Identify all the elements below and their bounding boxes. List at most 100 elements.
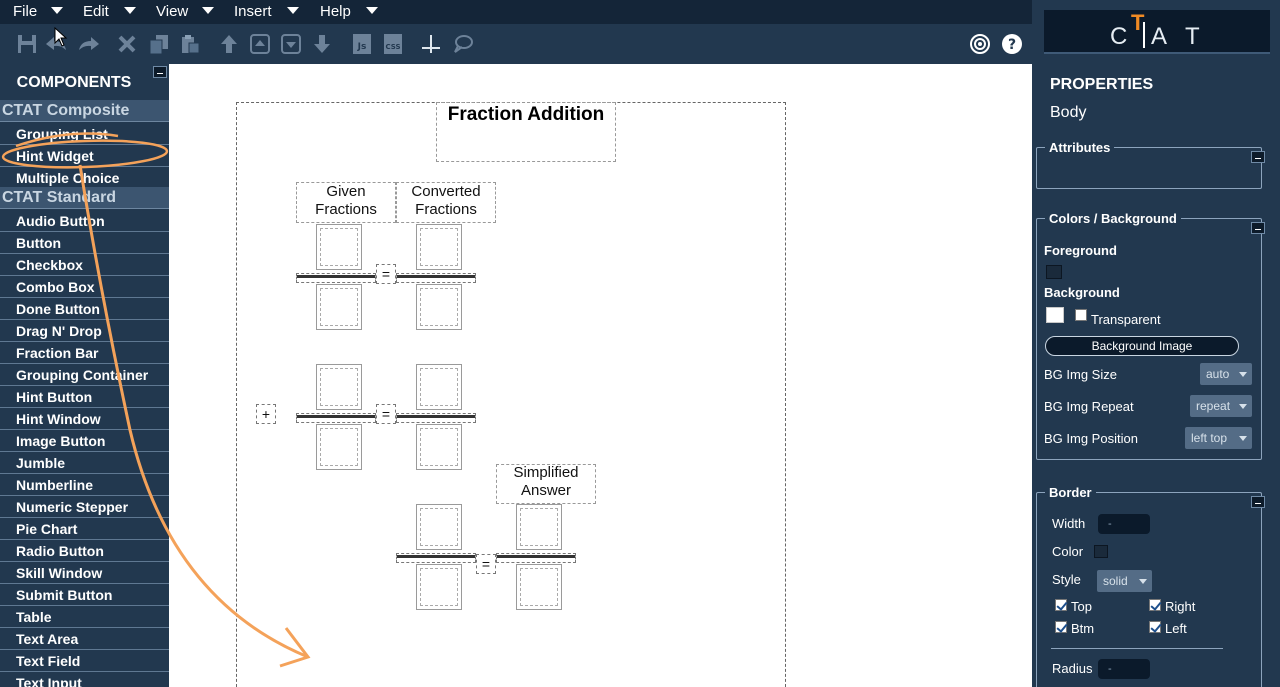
selected-element-name: Body [1050, 104, 1087, 121]
component-radio-button[interactable]: Radio Button [0, 540, 169, 562]
menu-file-label: File [13, 3, 38, 20]
border-color-swatch[interactable] [1094, 545, 1108, 558]
component-pie-chart[interactable]: Pie Chart [0, 518, 169, 540]
converted-denominator-2[interactable] [416, 424, 462, 470]
comment-icon[interactable] [451, 31, 475, 57]
category-ctat-standard[interactable]: CTAT Standard [0, 187, 169, 209]
border-btm-checkbox[interactable] [1055, 621, 1067, 633]
move-down-icon[interactable] [310, 31, 334, 57]
bg-img-size-select[interactable]: auto [1200, 363, 1252, 385]
component-fraction-bar[interactable]: Fraction Bar [0, 342, 169, 364]
component-text-input[interactable]: Text Input [0, 672, 169, 687]
simplified-numerator[interactable] [516, 504, 562, 550]
border-width-input[interactable]: - [1098, 514, 1150, 534]
fraction-bar [396, 553, 476, 563]
converted-numerator-1[interactable] [416, 224, 462, 270]
move-top-icon[interactable] [248, 31, 272, 57]
border-radius-input[interactable]: - [1098, 659, 1150, 679]
component-hint-widget[interactable]: Hint Widget [0, 145, 169, 167]
component-hint-button[interactable]: Hint Button [0, 386, 169, 408]
copy-icon[interactable] [147, 31, 171, 57]
mouse-cursor-icon [54, 26, 68, 52]
border-left-checkbox[interactable] [1149, 621, 1161, 633]
save-icon[interactable] [15, 31, 39, 57]
sum-numerator[interactable] [416, 504, 462, 550]
menu-insert-label: Insert [234, 3, 272, 20]
bg-img-repeat-select[interactable]: repeat [1190, 395, 1252, 417]
given-denominator-1[interactable] [316, 284, 362, 330]
menu-edit[interactable]: Edit [83, 0, 143, 24]
sum-denominator[interactable] [416, 564, 462, 610]
converted-denominator-1[interactable] [416, 284, 462, 330]
menu-view-label: View [156, 3, 189, 20]
component-grouping-list[interactable]: Grouping List [0, 123, 169, 145]
border-right-checkbox[interactable] [1149, 599, 1161, 611]
chevron-down-icon [1139, 579, 1147, 584]
component-drag-n-drop[interactable]: Drag N' Drop [0, 320, 169, 342]
given-numerator-1[interactable] [316, 224, 362, 270]
collapse-colors-button[interactable] [1251, 222, 1265, 234]
component-image-button[interactable]: Image Button [0, 430, 169, 452]
crosshair-icon[interactable] [419, 31, 443, 57]
foreground-color-swatch[interactable] [1046, 265, 1062, 279]
fraction-bar [396, 413, 476, 423]
fraction-bar [296, 273, 376, 283]
given-denominator-2[interactable] [316, 424, 362, 470]
fraction-bar [296, 413, 376, 423]
component-combo-box[interactable]: Combo Box [0, 276, 169, 298]
component-audio-button[interactable]: Audio Button [0, 210, 169, 232]
js-icon[interactable]: Js [350, 31, 374, 57]
bg-img-position-select[interactable]: left top [1185, 427, 1252, 449]
component-table[interactable]: Table [0, 606, 169, 628]
collapse-components-button[interactable] [153, 66, 167, 78]
colors-background-section: Colors / Background Foreground Backgroun… [1036, 211, 1265, 460]
menu-insert[interactable]: Insert [234, 0, 304, 24]
collapse-attributes-button[interactable] [1251, 151, 1265, 163]
component-checkbox[interactable]: Checkbox [0, 254, 169, 276]
chevron-down-icon [124, 7, 136, 14]
background-color-swatch[interactable] [1046, 307, 1064, 323]
ctat-editor: File Edit View Insert Help Js CSS ? C T … [0, 0, 1280, 687]
border-width-label: Width [1052, 516, 1086, 531]
component-jumble[interactable]: Jumble [0, 452, 169, 474]
border-right-label: Right [1165, 599, 1196, 614]
paste-icon[interactable] [178, 31, 202, 57]
component-done-button[interactable]: Done Button [0, 298, 169, 320]
equals-sign: = [376, 264, 396, 284]
css-icon[interactable]: CSS [381, 31, 405, 57]
bg-img-position-value: left top [1191, 431, 1228, 445]
category-ctat-composite[interactable]: CTAT Composite [0, 100, 169, 122]
component-numeric-stepper[interactable]: Numeric Stepper [0, 496, 169, 518]
component-text-field[interactable]: Text Field [0, 650, 169, 672]
collapse-border-button[interactable] [1251, 496, 1265, 508]
component-skill-window[interactable]: Skill Window [0, 562, 169, 584]
border-style-select[interactable]: solid [1097, 570, 1152, 592]
delete-icon[interactable] [115, 31, 139, 57]
component-button[interactable]: Button [0, 232, 169, 254]
redo-icon[interactable] [77, 31, 101, 57]
converted-numerator-2[interactable] [416, 364, 462, 410]
transparent-checkbox[interactable] [1075, 309, 1087, 321]
simplified-denominator[interactable] [516, 564, 562, 610]
component-text-area[interactable]: Text Area [0, 628, 169, 650]
background-image-button[interactable]: Background Image [1045, 336, 1239, 356]
component-multiple-choice[interactable]: Multiple Choice [0, 167, 169, 189]
given-numerator-2[interactable] [316, 364, 362, 410]
component-numberline[interactable]: Numberline [0, 474, 169, 496]
design-canvas[interactable]: Fraction Addition Given Fractions Conver… [169, 64, 1032, 687]
component-hint-window[interactable]: Hint Window [0, 408, 169, 430]
menu-file[interactable]: File [13, 0, 73, 24]
menu-help[interactable]: Help [320, 0, 384, 24]
chevron-down-icon [51, 7, 63, 14]
move-bottom-icon[interactable] [279, 31, 303, 57]
target-icon[interactable] [968, 31, 992, 57]
move-up-icon[interactable] [217, 31, 241, 57]
logo-bar [1143, 22, 1145, 48]
attributes-section: Attributes [1036, 140, 1265, 189]
component-grouping-container[interactable]: Grouping Container [0, 364, 169, 386]
component-submit-button[interactable]: Submit Button [0, 584, 169, 606]
border-top-checkbox[interactable] [1055, 599, 1067, 611]
menu-view[interactable]: View [156, 0, 220, 24]
border-left-label: Left [1165, 621, 1187, 636]
help-icon[interactable]: ? [1000, 31, 1024, 57]
